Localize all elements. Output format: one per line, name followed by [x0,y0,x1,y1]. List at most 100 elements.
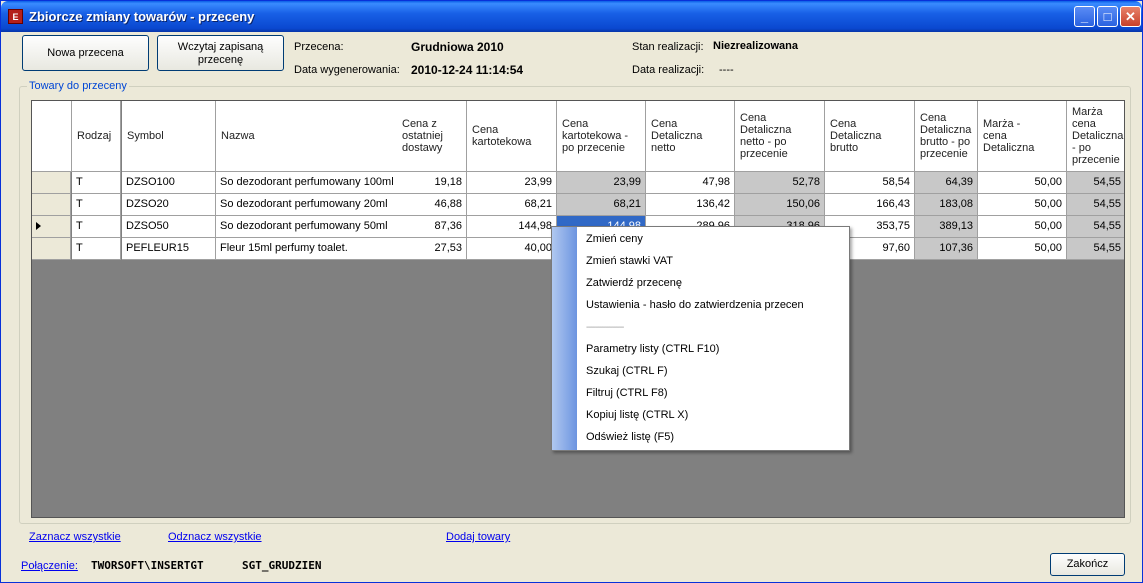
table-cell[interactable]: 47,98 [646,172,735,194]
table-cell[interactable]: 52,78 [735,172,825,194]
table-cell[interactable]: 389,13 [915,216,978,238]
table-cell[interactable]: 50,00 [978,194,1067,216]
table-cell[interactable]: 23,99 [557,172,646,194]
column-header-line: przecenie [740,148,788,160]
table-cell[interactable]: 54,55 [1067,194,1124,216]
column-header-7[interactable]: Cena Detaliczna netto [646,101,735,172]
table-cell[interactable]: T [72,172,121,194]
connection-link[interactable]: Połączenie: [21,560,78,572]
column-header-4[interactable]: Cena z ostatniej dostawy [397,101,467,172]
context-menu-item[interactable]: Parametry listy (CTRL F10) [586,343,719,355]
column-header-8[interactable]: Cena Detaliczna netto - po przecenie [735,101,825,172]
status-value: Niezrealizowana [713,40,798,52]
close-button[interactable]: ✕ [1120,6,1141,27]
table-cell[interactable]: 166,43 [825,194,915,216]
table-cell[interactable]: DZSO50 [122,216,216,238]
table-cell[interactable]: 19,18 [397,172,467,194]
column-header-text: Cena kartotekowa [472,124,531,148]
table-cell[interactable]: 58,54 [825,172,915,194]
column-header-line: brutto [830,142,859,154]
table-cell[interactable]: 107,36 [915,238,978,260]
context-menu: Zmień ceny Zmień stawki VAT Zatwierdź prze… [551,226,850,451]
column-header-1[interactable]: Rodzaj [72,101,121,172]
load-saved-price-change-button[interactable]: Wczytaj zapisaną przecenę [157,35,284,71]
column-header-11[interactable]: Marża - cena Detaliczna [978,101,1067,172]
column-header-line: Cena [920,112,947,124]
context-menu-item[interactable]: Zatwierdź przecenę [586,277,682,289]
table-cell[interactable]: T [72,238,121,260]
deselect-all-link[interactable]: Odznacz wszystkie [168,531,262,543]
column-header-line: Cena [830,118,857,130]
column-header-line: przecenie [1072,154,1120,166]
table-cell[interactable]: 50,00 [978,216,1067,238]
table-cell[interactable]: 183,08 [915,194,978,216]
table-cell[interactable]: 68,21 [557,194,646,216]
column-header-text: Cena z ostatniej dostawy [402,118,443,154]
column-header-text: Symbol [127,130,164,142]
row-header[interactable] [32,172,71,194]
column-header-line: Detaliczna [740,124,792,136]
column-header-text: Cena kartotekowa - po przecenie [562,118,628,154]
table-cell[interactable]: Fleur 15ml perfumy toalet. [216,238,398,260]
table-cell[interactable]: 150,06 [735,194,825,216]
table-cell[interactable]: So dezodorant perfumowany 20ml [216,194,398,216]
table-cell[interactable]: DZSO20 [122,194,216,216]
context-menu-item[interactable]: Zmień stawki VAT [586,255,673,267]
column-header-3[interactable]: Nazwa [216,101,398,172]
column-header-9[interactable]: Cena Detaliczna brutto [825,101,915,172]
grid-corner-header [32,101,72,172]
column-header-line: Detaliczna [830,130,882,142]
table-cell[interactable]: 46,88 [397,194,467,216]
column-header-line: kartotekowa - [562,130,629,142]
column-header-line: Nazwa [221,130,255,142]
table-cell[interactable]: 54,55 [1067,238,1124,260]
table-cell[interactable]: 136,42 [646,194,735,216]
select-all-link[interactable]: Zaznacz wszystkie [29,531,121,543]
title-bar[interactable]: E Zbiorcze zmiany towarów - przeceny _ □… [1,1,1142,32]
context-menu-item[interactable]: Szukaj (CTRL F) [586,365,668,377]
column-header-text: Cena Detaliczna netto - po przecenie [740,112,791,160]
column-header-5[interactable]: Cena kartotekowa [467,101,557,172]
maximize-button[interactable]: □ [1097,6,1118,27]
column-header-line: Cena [651,118,678,130]
context-menu-item[interactable]: Ustawienia - hasło do zatwierdzenia prze… [586,299,804,311]
table-cell[interactable]: 27,53 [397,238,467,260]
context-menu-item[interactable]: Filtruj (CTRL F8) [586,387,667,399]
table-cell[interactable]: 68,21 [467,194,557,216]
column-header-line: brutto - po [920,136,971,148]
table-cell[interactable]: 54,55 [1067,172,1124,194]
table-cell[interactable]: DZSO100 [122,172,216,194]
table-cell[interactable]: T [72,194,121,216]
table-cell[interactable]: So dezodorant perfumowany 100ml [216,172,398,194]
new-price-change-button[interactable]: Nowa przecena [22,35,149,71]
row-header[interactable] [32,194,71,216]
column-header-line: - po [1072,142,1091,154]
table-cell[interactable]: 64,39 [915,172,978,194]
context-menu-item[interactable]: Kopiuj listę (CTRL X) [586,409,688,421]
table-cell[interactable]: 40,00 [467,238,557,260]
table-cell[interactable]: 54,55 [1067,216,1124,238]
row-header[interactable] [32,216,71,238]
column-header-line: netto - po [740,136,787,148]
table-cell[interactable]: 23,99 [467,172,557,194]
row-header[interactable] [32,238,71,260]
table-cell[interactable]: 87,36 [397,216,467,238]
column-header-10[interactable]: Cena Detaliczna brutto - po przecenie [915,101,978,172]
column-header-line: po przecenie [562,142,625,154]
column-header-line: cena [983,130,1007,142]
table-cell[interactable]: PEFLEUR15 [122,238,216,260]
column-header-6[interactable]: Cena kartotekowa - po przecenie [557,101,646,172]
finish-button[interactable]: Zakończ [1050,553,1125,576]
context-menu-item[interactable]: Zmień ceny [586,233,643,245]
column-header-12[interactable]: Marża cena Detaliczna - po przecenie [1067,101,1124,172]
context-menu-item[interactable]: Odśwież listę (F5) [586,431,674,443]
table-cell[interactable]: 144,98 [467,216,557,238]
table-cell[interactable]: 50,00 [978,172,1067,194]
table-cell[interactable]: T [72,216,121,238]
table-cell[interactable]: So dezodorant perfumowany 50ml [216,216,398,238]
column-header-line: Cena [472,124,499,136]
column-header-2[interactable]: Symbol [122,101,216,172]
table-cell[interactable]: 50,00 [978,238,1067,260]
add-items-link[interactable]: Dodaj towary [446,531,510,543]
minimize-button[interactable]: _ [1074,6,1095,27]
